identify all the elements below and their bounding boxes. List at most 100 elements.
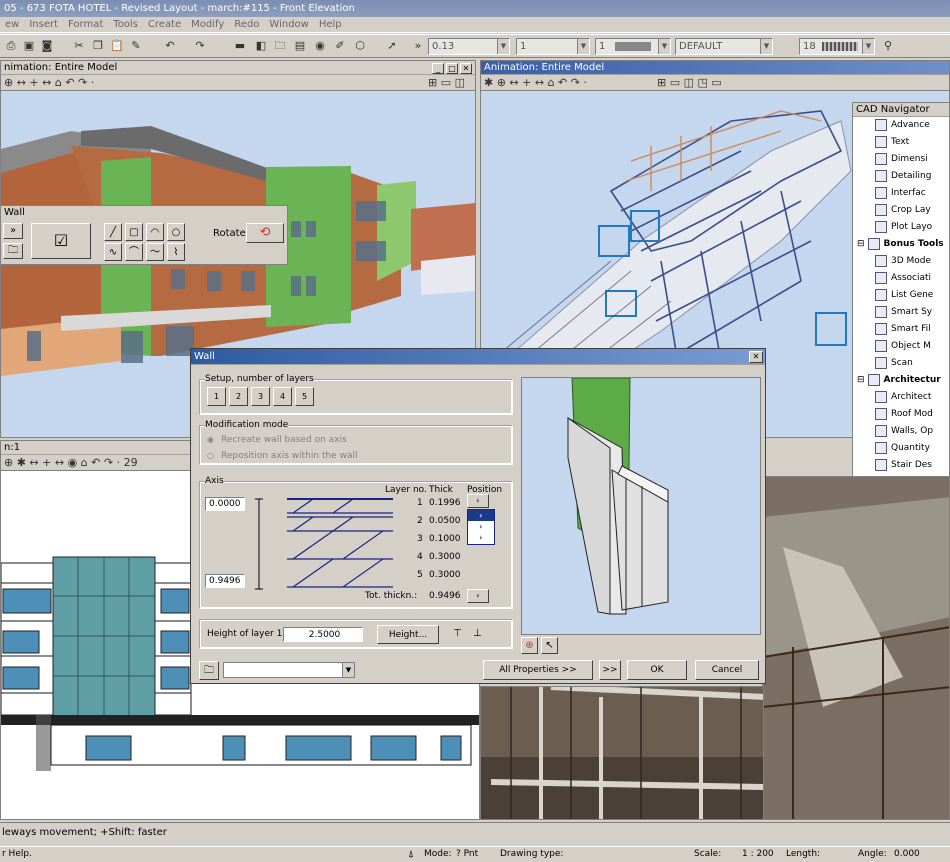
menu-view[interactable]: ew (0, 17, 24, 33)
print-icon[interactable]: ⎙ (3, 38, 19, 54)
polyline-wall-icon[interactable]: ⌇ (167, 243, 185, 261)
navigator-item[interactable]: List Gene (875, 287, 933, 304)
layer-thickness[interactable]: 0.1996 (429, 498, 461, 508)
navigator-item[interactable]: Interfac (875, 185, 926, 202)
height-button[interactable]: Height... (377, 625, 439, 644)
navigator-item[interactable]: Stair Des (875, 457, 932, 474)
arc3-wall-icon[interactable]: ⌒ (125, 243, 143, 261)
total-position-button[interactable]: ⍖ (467, 589, 489, 603)
undo-icon[interactable]: ↶ (162, 38, 178, 54)
cancel-button[interactable]: Cancel (695, 660, 759, 680)
wall-settings-button[interactable]: ☑ (31, 223, 91, 259)
scale-select[interactable]: 18 ▼ (799, 38, 875, 55)
position-option[interactable]: ⍖ (468, 521, 494, 532)
layer-count-button-4[interactable]: 4 (273, 387, 292, 406)
image-icon[interactable]: ▤ (292, 38, 308, 54)
menu-window[interactable]: Window (264, 17, 313, 33)
expand-icon[interactable]: » (410, 38, 426, 54)
pointer-icon[interactable]: ➚ (384, 38, 400, 54)
navigator-item[interactable]: Dimensi (875, 151, 928, 168)
navigator-item[interactable]: Roof Mod (875, 406, 933, 423)
navigator-group[interactable]: ⊟ Architectur (857, 372, 941, 389)
view-cursor-icon[interactable]: ↖ (541, 637, 558, 654)
preview-icon[interactable]: ▣ (21, 38, 37, 54)
navigator-item[interactable]: Crop Lay (875, 202, 931, 219)
maximize-icon[interactable]: □ (446, 63, 458, 74)
menu-tools[interactable]: Tools (108, 17, 143, 33)
navigator-item[interactable]: Associati (875, 270, 931, 287)
nav-arrows-icon[interactable]: ✱ ⊕ ↔ + ↔ ⌂ ↶ ↷ · (484, 76, 587, 89)
paint-icon[interactable]: ✐ (332, 38, 348, 54)
arc-wall-icon[interactable]: ◠ (146, 223, 164, 241)
menu-create[interactable]: Create (143, 17, 186, 33)
menu-help[interactable]: Help (314, 17, 347, 33)
navigator-item[interactable]: Text (875, 134, 909, 151)
navigator-item[interactable]: Smart Sy (875, 304, 932, 321)
circle-wall-icon[interactable]: ○ (167, 223, 185, 241)
nav-arrows-icon[interactable]: ⊕ ✱ ↔ + ↔ ◉ ⌂ ↶ ↷ · (4, 456, 120, 469)
paste-icon[interactable]: 📋 (109, 38, 125, 54)
favorites-select[interactable]: ▼ (223, 662, 355, 678)
cut-icon[interactable]: ✂ (71, 38, 87, 54)
navigator-item[interactable]: Detailing (875, 168, 931, 185)
ruler-icon[interactable]: ▬ (232, 38, 248, 54)
axis-top-field[interactable]: 0.0000 (205, 497, 245, 511)
layer-thickness[interactable]: 0.3000 (429, 552, 461, 562)
navigator-item[interactable]: Quantity (875, 440, 930, 457)
pen-index-select[interactable]: 1 ▼ (595, 38, 671, 55)
layer-count-button-5[interactable]: 5 (295, 387, 314, 406)
menu-format[interactable]: Format (63, 17, 108, 33)
position-dropdown-list[interactable]: ⍖ ⍖ ⍖ (467, 509, 495, 545)
layer-count-button-3[interactable]: 3 (251, 387, 270, 406)
align-bottom-icon[interactable]: ⊥ (473, 628, 482, 639)
height-input[interactable]: 2.5000 (283, 627, 363, 642)
navigator-item[interactable]: Object M (875, 338, 931, 355)
cube-icon[interactable]: ⬡ (352, 38, 368, 54)
collapse-icon[interactable]: ⊟ (857, 375, 865, 385)
navigator-item[interactable]: 3D Mode (875, 253, 931, 270)
menu-redo[interactable]: Redo (229, 17, 264, 33)
straight-wall-icon[interactable]: ╱ (104, 223, 122, 241)
layer-thickness[interactable]: 0.1000 (429, 534, 461, 544)
dialog-close-icon[interactable]: ✕ (749, 351, 763, 363)
wand-icon[interactable]: ⚲ (880, 38, 896, 54)
navigator-item[interactable]: Architect (875, 389, 931, 406)
save-icon[interactable]: ◙ (39, 38, 55, 54)
more-button[interactable]: >> (599, 660, 621, 680)
navigator-item[interactable]: Advance (875, 117, 930, 134)
axis-bottom-field[interactable]: 0.9496 (205, 574, 245, 588)
layer-count-button-2[interactable]: 2 (229, 387, 248, 406)
collapse-icon[interactable]: ⊟ (857, 239, 865, 249)
navigator-item[interactable]: Walls, Op (875, 423, 933, 440)
navigator-group[interactable]: ⊟ Bonus Tools (857, 236, 944, 253)
curve-wall-icon[interactable]: ∿ (104, 243, 122, 261)
pen-weight-select[interactable]: 0.13 ▼ (428, 38, 510, 55)
layer-icon[interactable]: ◧ (253, 38, 269, 54)
minimize-icon[interactable]: _ (432, 63, 444, 74)
close-icon[interactable]: ✕ (460, 63, 472, 74)
view-options-icon[interactable]: ⊞ ▭ ◫ ◳ ▭ (587, 76, 722, 89)
radio-reposition[interactable]: ○ (207, 451, 214, 460)
layer-thickness[interactable]: 0.0500 (429, 516, 461, 526)
format-painter-icon[interactable]: ✎ (128, 38, 144, 54)
open-folder-icon[interactable]: 🗀 (199, 661, 219, 680)
navigator-item[interactable]: Scan (875, 355, 913, 372)
ok-button[interactable]: OK (627, 660, 687, 680)
radio-recreate[interactable]: ◉ (207, 435, 214, 444)
layer-count-button-1[interactable]: 1 (207, 387, 226, 406)
rotate-button[interactable]: ⟲ (246, 223, 284, 243)
expand-palette-button[interactable]: » (3, 223, 23, 239)
position-option[interactable]: ⍖ (468, 532, 494, 543)
align-top-icon[interactable]: ⊤ (453, 628, 462, 639)
view-options-icon[interactable]: ⊞ ▭ ◫ (428, 75, 475, 90)
all-properties-button[interactable]: All Properties >> (483, 660, 593, 680)
copy-icon[interactable]: ❐ (90, 38, 106, 54)
open-folder-icon[interactable]: 🗀 (3, 243, 23, 259)
layer-thickness[interactable]: 0.3000 (429, 570, 461, 580)
view-target-icon[interactable]: ⊕ (521, 637, 538, 654)
menu-insert[interactable]: Insert (24, 17, 63, 33)
layer-select[interactable]: DEFAULT ▼ (675, 38, 773, 55)
position-button-1[interactable]: ⍖ (467, 494, 489, 508)
camera-icon[interactable]: ◉ (312, 38, 328, 54)
navigator-item[interactable]: Smart Fil (875, 321, 931, 338)
